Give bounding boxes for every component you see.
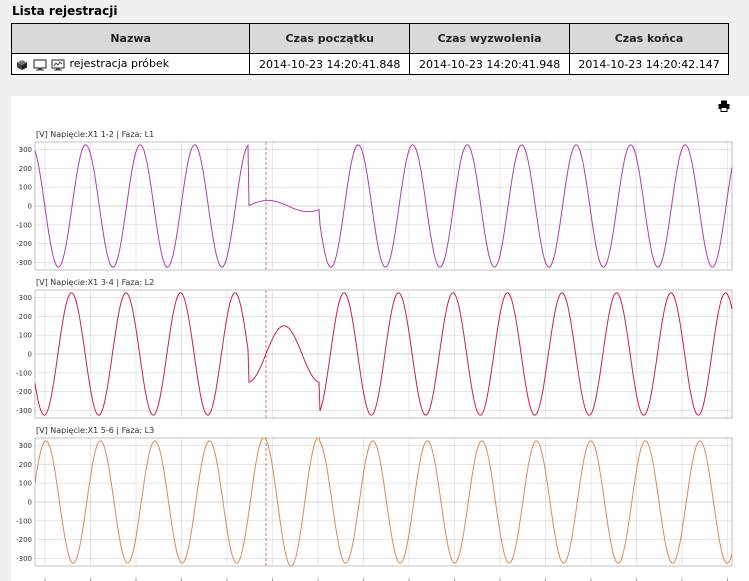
y-tick-label: -200 xyxy=(16,536,32,544)
y-tick-label: -200 xyxy=(16,388,32,396)
y-tick-label: 100 xyxy=(19,332,32,340)
y-tick-label: 200 xyxy=(19,461,32,469)
registration-name[interactable]: rejestracja próbek xyxy=(70,57,170,70)
y-tick-label: 300 xyxy=(19,294,32,302)
chart-monitor-icon[interactable] xyxy=(51,59,65,71)
box-icon[interactable] xyxy=(16,59,28,71)
waveform-panel: [V] Napięcie:X1 1-2 | Faza: L1 300 200 100 0… xyxy=(11,96,749,581)
cell-name[interactable]: rejestracja próbek xyxy=(10,53,251,75)
cell-trigger: 2014-10-23 14:20:41.948 xyxy=(409,53,571,75)
y-tick-label: 100 xyxy=(19,480,32,488)
y-tick-label: 0 xyxy=(28,351,32,359)
printer-icon[interactable] xyxy=(718,100,730,112)
y-tick-label: 0 xyxy=(28,499,32,507)
cell-end: 2014-10-23 14:20:42.147 xyxy=(569,53,729,75)
column-header-end[interactable]: Czas końca xyxy=(569,23,729,54)
cell-start: 2014-10-23 14:20:41.848 xyxy=(249,53,411,75)
y-tick-label: -300 xyxy=(16,407,32,415)
registrations-table: Nazwa Czas początku Czas wyzwolenia Czas… xyxy=(10,23,729,75)
y-tick-label: 0 xyxy=(28,203,32,211)
chart-title: [V] Napięcie:X1 5-6 | Faza: L3 xyxy=(36,426,154,435)
column-header-name[interactable]: Nazwa xyxy=(10,23,251,54)
table-row[interactable]: rejestracja próbek 2014-10-23 14:20:41.8… xyxy=(10,53,729,75)
chart-title: [V] Napięcie:X1 1-2 | Faza: L1 xyxy=(36,130,154,139)
y-tick-label: -100 xyxy=(16,517,32,525)
chart-title: [V] Napięcie:X1 3-4 | Faza: L2 xyxy=(36,278,154,287)
y-tick-label: -300 xyxy=(16,555,32,563)
y-tick-label: -200 xyxy=(16,240,32,248)
page-title: Lista rejestracji xyxy=(12,4,118,18)
table-header-row: Nazwa Czas początku Czas wyzwolenia Czas… xyxy=(10,23,729,54)
y-tick-label: -100 xyxy=(16,221,32,229)
y-tick-label: 200 xyxy=(19,165,32,173)
y-tick-label: 300 xyxy=(19,442,32,450)
column-header-start[interactable]: Czas początku xyxy=(249,23,411,54)
column-header-trigger[interactable]: Czas wyzwolenia xyxy=(409,23,571,54)
y-tick-label: 200 xyxy=(19,313,32,321)
monitor-icon[interactable] xyxy=(32,59,47,71)
row-icons xyxy=(16,58,66,71)
y-tick-label: 300 xyxy=(19,146,32,154)
waveform-charts: [V] Napięcie:X1 1-2 | Faza: L1 300 200 100 0… xyxy=(16,130,733,581)
y-tick-label: -300 xyxy=(16,259,32,267)
y-tick-label: 100 xyxy=(19,184,32,192)
y-tick-label: -100 xyxy=(16,369,32,377)
